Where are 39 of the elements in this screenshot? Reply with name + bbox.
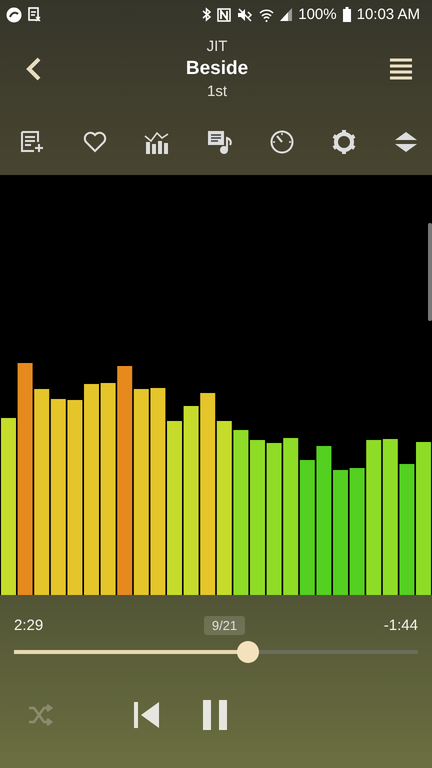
lyrics-button[interactable] [207,128,233,155]
up-down-icon [394,130,418,153]
gauge-icon [270,130,294,154]
album-name: 1st [206,83,227,100]
notification-icon [6,6,22,23]
seek-thumb[interactable] [237,640,260,663]
equalizer-button[interactable] [144,130,170,154]
remaining-time: -1:44 [384,617,418,634]
menu-icon [390,58,412,80]
artist-name: JIT [206,38,228,56]
wifi-icon [259,8,274,22]
battery-level: 100% [298,6,337,24]
settings-button[interactable] [331,128,357,155]
previous-button[interactable] [134,701,160,730]
previous-icon [134,701,160,730]
shuffle-icon [28,704,54,726]
mute-icon [237,8,254,22]
lyrics-icon [207,128,233,155]
settings-icon [331,128,357,155]
signal-icon [280,8,292,22]
equalizer-icon [144,130,170,154]
nfc-icon [217,8,232,22]
track-title: Beside [186,58,248,80]
speed-button[interactable] [270,130,294,154]
favorite-button[interactable] [83,130,107,153]
add-to-playlist-button[interactable] [20,130,46,154]
pause-button[interactable] [203,700,229,730]
elapsed-time: 2:29 [14,617,44,634]
clock: 10:03 AM [356,6,420,24]
list-plus-icon [20,130,46,154]
battery-icon [342,7,351,22]
seek-bar[interactable] [14,640,418,663]
expand-button[interactable] [394,130,418,153]
bluetooth-icon [202,7,212,22]
heart-icon [83,130,107,153]
scroll-handle[interactable] [428,222,432,320]
pause-icon [203,700,229,730]
track-position: 9/21 [204,616,246,636]
document-icon [28,7,41,22]
